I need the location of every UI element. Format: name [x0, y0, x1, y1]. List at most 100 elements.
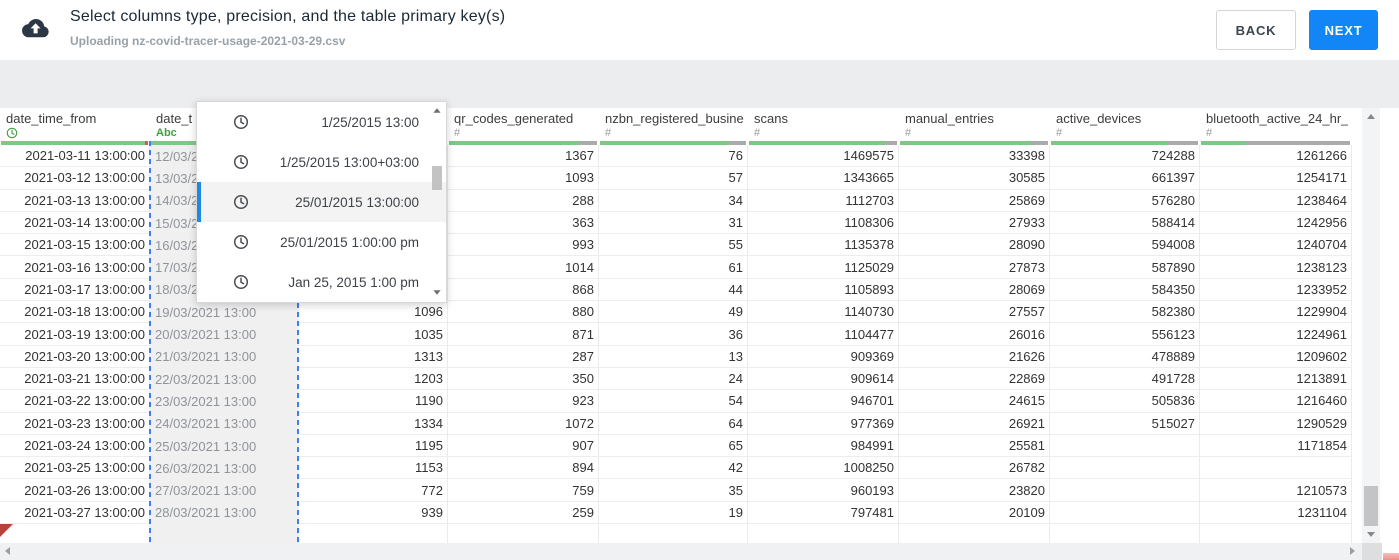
table-cell: 1213891: [1200, 367, 1352, 391]
table-cell: 1238123: [1200, 256, 1352, 279]
table-row: 2021-03-22 13:00:00 23/03/2021 13:00 1190 9…: [0, 390, 1362, 413]
back-button[interactable]: BACK: [1216, 10, 1296, 50]
column-header-date_time_from[interactable]: date_time_from: [0, 108, 150, 145]
table-cell: 26/03/2021 13:00: [150, 457, 299, 480]
table-row: 2021-03-21 13:00:00 22/03/2021 13:00 1203 3…: [0, 367, 1362, 391]
column-header-manual_entries[interactable]: manual_entries #: [899, 108, 1050, 145]
table-cell: 54: [599, 390, 748, 413]
table-cell: [899, 524, 1050, 543]
column-type-number: #: [754, 127, 761, 139]
column-header-scans[interactable]: scans #: [748, 108, 899, 145]
table-cell: 1231104: [1200, 501, 1352, 525]
table-row: 2021-03-25 13:00:00 26/03/2021 13:00 1153 8…: [0, 457, 1362, 480]
table-row: 2021-03-18 13:00:00 19/03/2021 13:00 1096 8…: [0, 301, 1362, 324]
table-cell: 1343665: [748, 167, 899, 190]
vertical-scrollbar[interactable]: [1362, 108, 1380, 543]
table-cell: 350: [448, 367, 599, 391]
table-cell: 2021-03-26 13:00:00: [0, 479, 150, 502]
table-cell: 880: [448, 301, 599, 324]
table-cell: 19/03/2021 13:00: [150, 301, 299, 324]
table-cell: 759: [448, 479, 599, 502]
format-option[interactable]: 25/01/2015 13:00:00: [197, 182, 446, 222]
column-type-number: #: [1206, 127, 1213, 139]
table-cell: 1313: [299, 345, 448, 368]
scroll-right-arrow-icon[interactable]: [1350, 547, 1355, 555]
table-cell: 1190: [299, 390, 448, 413]
column-name: manual_entries: [905, 111, 994, 126]
table-cell: 42: [599, 457, 748, 480]
column-header-nzbn_registered_busine[interactable]: nzbn_registered_busine #: [599, 108, 748, 145]
table-cell: 1014: [448, 256, 599, 279]
table-cell: 923: [448, 390, 599, 413]
csv-upload-wizard: Select columns type, precision, and the …: [0, 0, 1399, 560]
column-name: bluetooth_active_24_hr_: [1206, 111, 1349, 126]
table-cell: 868: [448, 278, 599, 302]
table-cell: 34: [599, 189, 748, 212]
next-button[interactable]: NEXT: [1309, 10, 1378, 50]
table-cell: 28069: [899, 278, 1050, 302]
table-cell: 24: [599, 367, 748, 391]
clock-icon: [233, 154, 249, 170]
table-cell: 2021-03-24 13:00:00: [0, 434, 150, 458]
table-cell: 909369: [748, 345, 899, 368]
table-cell: 19: [599, 501, 748, 525]
table-cell: 724288: [1050, 145, 1200, 168]
table-row: 2021-03-24 13:00:00 25/03/2021 13:00 1195 9…: [0, 434, 1362, 458]
table-cell: 515027: [1050, 412, 1200, 435]
dropdown-scroll-up-icon[interactable]: [433, 108, 441, 113]
dropdown-scroll-down-icon[interactable]: [433, 290, 441, 295]
table-cell: 1008250: [748, 457, 899, 480]
scroll-left-arrow-icon[interactable]: [5, 547, 10, 555]
format-option[interactable]: 25/01/2015 1:00:00 pm: [197, 222, 446, 262]
table-cell: 22869: [899, 367, 1050, 391]
scroll-up-arrow-icon[interactable]: [1367, 114, 1375, 119]
table-cell: 939: [299, 501, 448, 525]
table-cell: 55: [599, 234, 748, 257]
column-name: scans: [754, 111, 788, 126]
dropdown-scroll-thumb[interactable]: [432, 166, 442, 190]
table-cell: 556123: [1050, 323, 1200, 346]
table-cell: 1125029: [748, 256, 899, 279]
scroll-down-arrow-icon[interactable]: [1367, 532, 1375, 537]
column-header-qr_codes_generated[interactable]: qr_codes_generated #: [448, 108, 599, 145]
table-cell: 1240704: [1200, 234, 1352, 257]
table-cell: 1035: [299, 323, 448, 346]
format-option[interactable]: Jan 25, 2015 1:00 pm: [197, 262, 446, 302]
table-cell: 491728: [1050, 367, 1200, 391]
horizontal-scrollbar[interactable]: [0, 543, 1362, 560]
table-cell: 1242956: [1200, 211, 1352, 235]
column-header-active_devices[interactable]: active_devices #: [1050, 108, 1200, 145]
table-cell: [448, 524, 599, 543]
table-cell: 26016: [899, 323, 1050, 346]
table-cell: 2021-03-22 13:00:00: [0, 390, 150, 413]
table-cell: 2021-03-21 13:00:00: [0, 367, 150, 391]
vertical-scroll-thumb[interactable]: [1364, 486, 1378, 526]
column-name: active_devices: [1056, 111, 1142, 126]
column-type-datetime: [6, 127, 18, 139]
table-cell: 2021-03-11 13:00:00: [0, 145, 150, 168]
table-cell: 25/03/2021 13:00: [150, 434, 299, 458]
table-cell: 661397: [1050, 167, 1200, 190]
clock-icon: [233, 114, 249, 130]
table-cell: 2021-03-23 13:00:00: [0, 412, 150, 435]
table-cell: 23/03/2021 13:00: [150, 390, 299, 413]
table-cell: 1135378: [748, 234, 899, 257]
table-cell: 2021-03-16 13:00:00: [0, 256, 150, 279]
table-cell: 1238464: [1200, 189, 1352, 212]
column-header-bluetooth_active_24_hr_[interactable]: bluetooth_active_24_hr_ #: [1200, 108, 1352, 145]
format-option-label: 1/25/2015 13:00+03:00: [279, 154, 419, 170]
table-cell: 288: [448, 189, 599, 212]
table-cell: 27933: [899, 211, 1050, 235]
table-cell: 984991: [748, 434, 899, 458]
table-cell: 2021-03-12 13:00:00: [0, 167, 150, 190]
table-cell: 287: [448, 345, 599, 368]
format-option[interactable]: 1/25/2015 13:00: [197, 102, 446, 142]
format-option[interactable]: 1/25/2015 13:00+03:00: [197, 142, 446, 182]
error-cell-marker: [0, 524, 13, 537]
table-cell: 363: [448, 211, 599, 235]
column-type-number: #: [905, 127, 912, 139]
table-cell: 23820: [899, 479, 1050, 502]
table-cell: 1105893: [748, 278, 899, 302]
dropdown-scrollbar[interactable]: [430, 104, 443, 300]
table-cell: 582380: [1050, 301, 1200, 324]
